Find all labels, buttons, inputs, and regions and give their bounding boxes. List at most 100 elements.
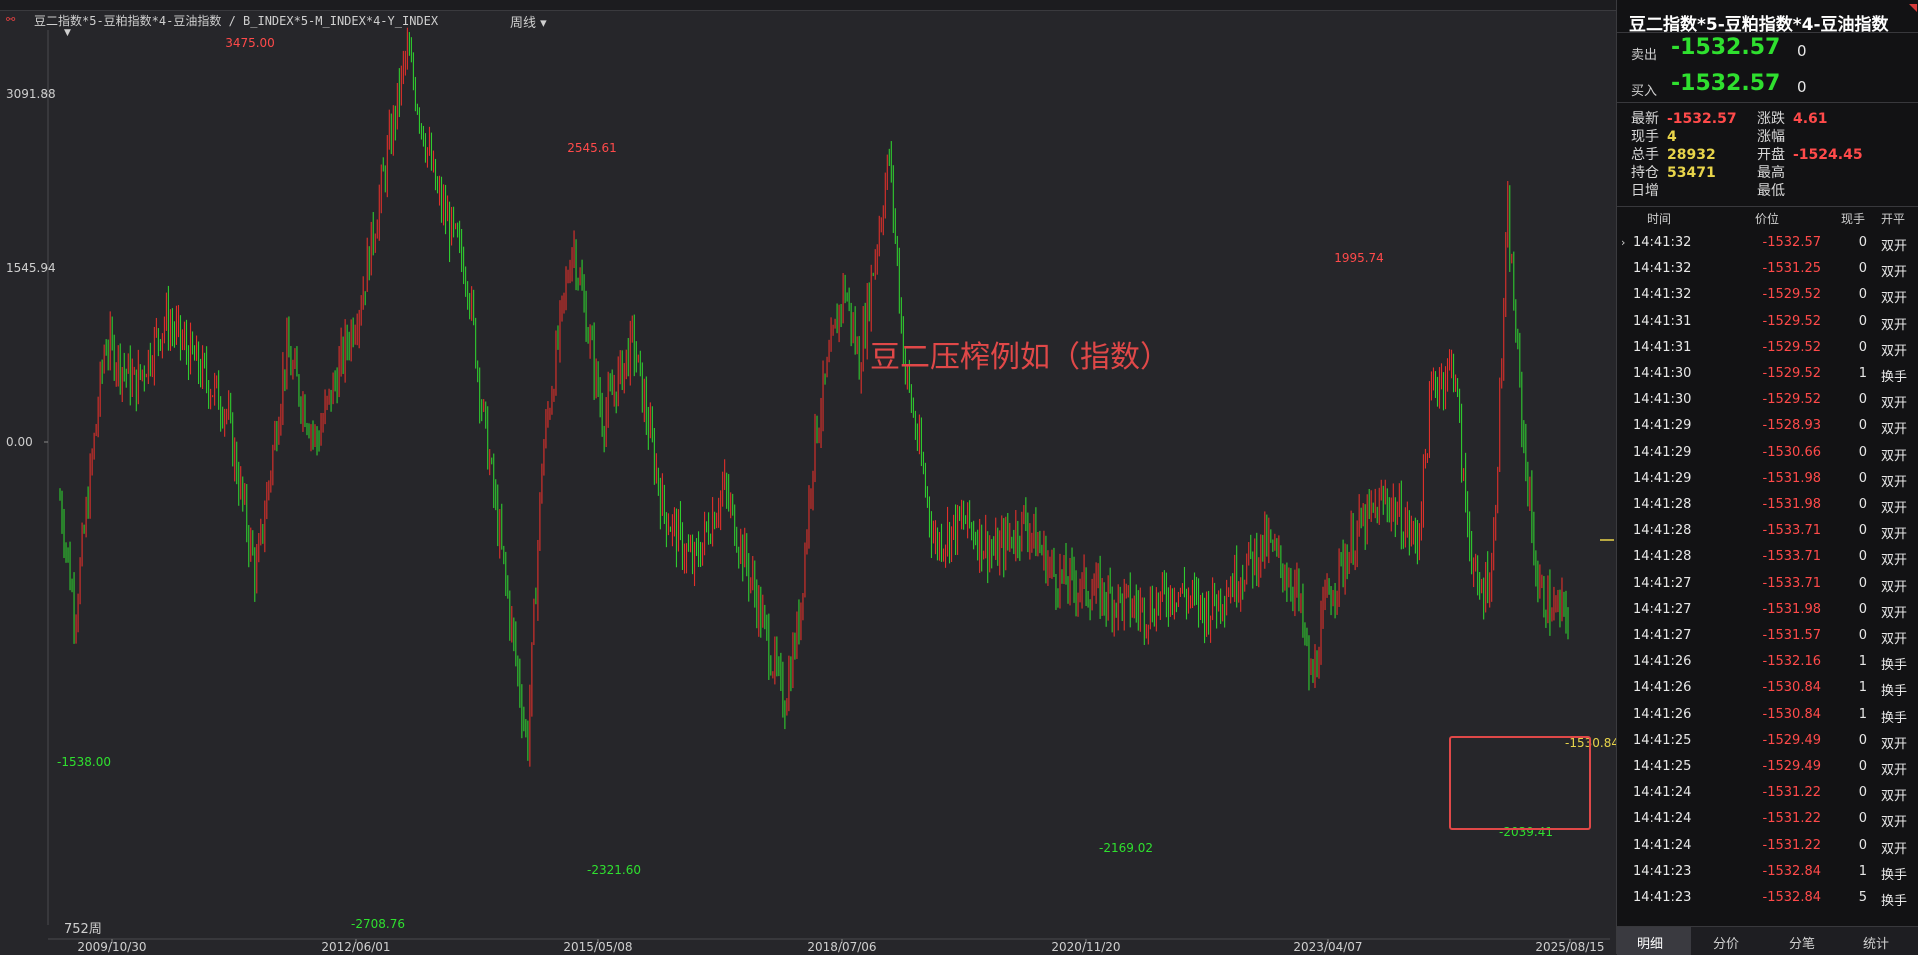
trade-row[interactable]: 14:41:24 -1531.22 0 双开 xyxy=(1617,833,1918,859)
trade-type: 双开 xyxy=(1881,579,1908,595)
trade-time: 14:41:29 xyxy=(1633,444,1692,460)
trade-row[interactable]: 14:41:32 -1531.25 0 双开 xyxy=(1617,256,1918,282)
x-tick-label: 2018/07/06 xyxy=(807,940,876,954)
chart-title-bar: ⚯ 豆二指数*5-豆粕指数*4-豆油指数 / B_INDEX*5-M_INDEX… xyxy=(0,10,1616,31)
trade-volume: 0 xyxy=(1858,732,1867,748)
trade-time: 14:41:32 xyxy=(1633,235,1692,250)
trade-row[interactable]: 14:41:26 -1530.84 1 换手 xyxy=(1617,702,1918,728)
x-tick-label: 2012/06/01 xyxy=(321,940,390,954)
trade-volume: 5 xyxy=(1858,890,1867,905)
trade-row[interactable]: 14:41:24 -1531.22 0 双开 xyxy=(1617,806,1918,832)
trade-row[interactable]: 14:41:30 -1529.52 1 换手 xyxy=(1617,361,1918,387)
trade-row[interactable]: 14:41:32 -1532.57 0 双开 xyxy=(1617,230,1918,256)
trade-price: -1531.98 xyxy=(1762,601,1821,617)
trade-type: 双开 xyxy=(1881,763,1908,778)
trade-row[interactable]: 14:41:24 -1531.22 0 双开 xyxy=(1617,780,1918,806)
trade-volume: 0 xyxy=(1858,523,1867,539)
trade-time: 14:41:30 xyxy=(1633,366,1692,381)
trade-time: 14:41:24 xyxy=(1633,785,1692,801)
trade-volume: 1 xyxy=(1858,863,1867,879)
trade-type: 换手 xyxy=(1881,894,1908,909)
trade-price: -1530.84 xyxy=(1762,706,1821,722)
trade-type: 换手 xyxy=(1881,710,1908,726)
trade-row[interactable]: 14:41:31 -1529.52 0 双开 xyxy=(1617,309,1918,335)
trade-type: 双开 xyxy=(1881,841,1908,857)
stat-change: 涨跌 4.61 xyxy=(1757,111,1828,127)
sell-price: -1532.57 xyxy=(1671,35,1781,60)
highlight-box xyxy=(1449,736,1591,830)
trade-row[interactable]: 14:41:28 -1533.71 0 双开 xyxy=(1617,544,1918,570)
price-annotation: 1995.74 xyxy=(1334,251,1384,265)
trade-row[interactable]: 14:41:28 -1531.98 0 双开 xyxy=(1617,492,1918,518)
trade-volume: 0 xyxy=(1858,601,1867,617)
trade-time: 14:41:29 xyxy=(1633,470,1692,486)
trade-price: -1532.57 xyxy=(1762,235,1821,250)
tab-statistics[interactable]: 统计 xyxy=(1863,933,1889,952)
stat-change-pct: 涨幅 xyxy=(1757,129,1785,145)
stat-current-volume: 现手 4 xyxy=(1631,129,1677,145)
period-selector[interactable]: 周线 ▾ xyxy=(510,12,547,31)
sell-row[interactable]: 卖出 -1532.57 0 xyxy=(1631,35,1807,63)
trade-row[interactable]: 14:41:23 -1532.84 5 换手 xyxy=(1617,885,1918,911)
trade-time: 14:41:27 xyxy=(1633,628,1692,643)
stat-open: 开盘 -1524.45 xyxy=(1757,147,1863,163)
trade-row[interactable]: 14:41:27 -1531.57 0 双开 xyxy=(1617,623,1918,649)
stat-low: 最低 xyxy=(1757,183,1785,199)
trade-price: -1531.98 xyxy=(1762,497,1821,512)
chevron-down-icon[interactable]: ▼ xyxy=(64,28,71,38)
trade-type: 双开 xyxy=(1881,527,1908,543)
corner-flag-icon xyxy=(1909,4,1917,12)
x-tick-label: 2020/11/20 xyxy=(1051,940,1120,954)
trade-volume: 0 xyxy=(1858,392,1867,408)
trade-row[interactable]: 14:41:29 -1530.66 0 双开 xyxy=(1617,440,1918,466)
trade-type: 双开 xyxy=(1881,317,1908,333)
trade-row[interactable]: 14:41:23 -1532.84 1 换手 xyxy=(1617,859,1918,885)
trade-volume: 0 xyxy=(1858,811,1867,827)
sell-label: 卖出 xyxy=(1631,48,1658,63)
quote-panel: 豆二指数*5-豆粕指数*4-豆油指数 卖出 -1532.57 0 买入 -153… xyxy=(1616,0,1918,955)
trade-price: -1532.84 xyxy=(1762,863,1821,879)
trade-volume: 0 xyxy=(1858,418,1867,434)
stat-high: 最高 xyxy=(1757,165,1785,181)
trade-volume: 0 xyxy=(1858,628,1867,643)
trade-volume: 0 xyxy=(1858,785,1867,801)
trade-row[interactable]: 14:41:30 -1529.52 0 双开 xyxy=(1617,387,1918,413)
trade-row[interactable]: 14:41:32 -1529.52 0 双开 xyxy=(1617,282,1918,308)
trade-volume: 0 xyxy=(1858,261,1867,277)
trade-row[interactable]: 14:41:26 -1532.16 1 换手 xyxy=(1617,649,1918,675)
trade-row[interactable]: 14:41:29 -1531.98 0 双开 xyxy=(1617,466,1918,492)
tab-tick[interactable]: 分笔 xyxy=(1789,933,1815,952)
trade-row[interactable]: 14:41:26 -1530.84 1 换手 xyxy=(1617,675,1918,701)
trade-row[interactable]: 14:41:31 -1529.52 0 双开 xyxy=(1617,335,1918,361)
trade-time: 14:41:23 xyxy=(1633,863,1692,879)
trade-volume: 0 xyxy=(1858,497,1867,512)
trade-volume: 0 xyxy=(1858,575,1867,591)
trade-volume: 1 xyxy=(1858,706,1867,722)
header-price: 价位 xyxy=(1755,212,1780,226)
candlestick-chart[interactable]: 3091.88 1545.94 0.00 2009/10/30 2012/06/01 20… xyxy=(0,0,1616,954)
trade-time: 14:41:32 xyxy=(1633,287,1692,303)
trade-type: 双开 xyxy=(1881,396,1908,412)
tab-price-distribution[interactable]: 分价 xyxy=(1713,933,1739,952)
trade-time: 14:41:32 xyxy=(1633,261,1692,277)
trade-type: 换手 xyxy=(1881,658,1908,674)
trade-volume: 1 xyxy=(1858,366,1867,381)
trade-row[interactable]: 14:41:25 -1529.49 0 双开 xyxy=(1617,754,1918,780)
trade-time: 14:41:23 xyxy=(1633,890,1692,905)
trade-row[interactable]: 14:41:27 -1533.71 0 双开 xyxy=(1617,571,1918,597)
trade-row[interactable]: 14:41:25 -1529.49 0 双开 xyxy=(1617,728,1918,754)
overlay-annotation-title: 豆二压榨例如（指数） xyxy=(870,340,1170,375)
link-icon[interactable]: ⚯ xyxy=(6,13,15,26)
buy-row[interactable]: 买入 -1532.57 0 xyxy=(1631,71,1807,99)
chart-area[interactable]: 3091.88 1545.94 0.00 2009/10/30 2012/06/01 20… xyxy=(0,0,1616,954)
trade-time: 14:41:25 xyxy=(1633,759,1692,774)
buy-price: -1532.57 xyxy=(1671,71,1781,96)
tab-details[interactable]: 明细 xyxy=(1637,933,1663,952)
x-tick-label: 2015/05/08 xyxy=(563,940,632,954)
trade-row[interactable]: 14:41:28 -1533.71 0 双开 xyxy=(1617,518,1918,544)
trade-row[interactable]: 14:41:29 -1528.93 0 双开 xyxy=(1617,413,1918,439)
trade-row[interactable]: 14:41:27 -1531.98 0 双开 xyxy=(1617,597,1918,623)
trade-price: -1529.49 xyxy=(1762,759,1821,774)
trade-type: 双开 xyxy=(1881,239,1908,254)
trade-type: 换手 xyxy=(1881,867,1908,883)
